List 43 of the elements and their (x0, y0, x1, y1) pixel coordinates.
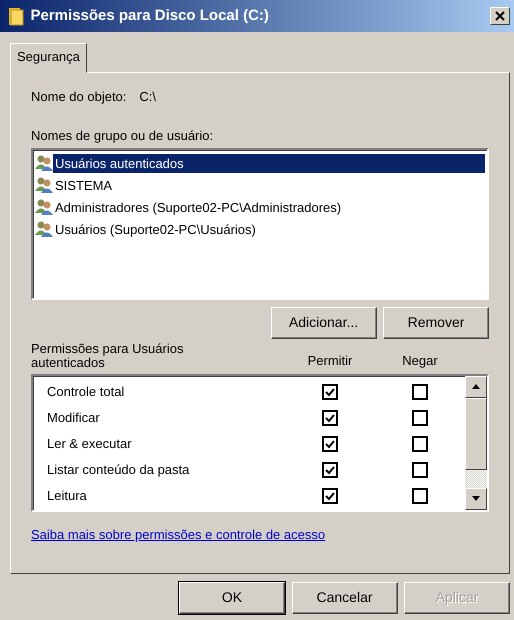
arrow-down-icon (472, 496, 480, 502)
scroll-thumb[interactable] (465, 398, 487, 470)
checkbox[interactable] (412, 410, 428, 426)
checkbox[interactable] (412, 436, 428, 452)
scroll-up-button[interactable] (465, 376, 487, 398)
checkbox[interactable] (322, 488, 338, 504)
dialog-button[interactable]: Remover (383, 306, 489, 339)
permission-name: Leitura (47, 488, 87, 504)
checkbox[interactable] (322, 462, 338, 478)
folder-icon (8, 6, 24, 26)
permission-name: Ler & executar (47, 436, 132, 452)
tab[interactable]: Segurança (10, 43, 87, 72)
users-icon (35, 198, 53, 216)
scroll-down-button[interactable] (465, 488, 487, 510)
window-title: Permissões para Disco Local (C:) (30, 6, 270, 26)
list-item[interactable]: Administradores (Suporte02-PC\Administradores) (35, 196, 485, 218)
dialog-button[interactable]: OK (179, 582, 285, 614)
permissions-label: Permissões para Usuários autenticados (31, 342, 184, 371)
arrow-up-icon (472, 384, 480, 390)
dialog-button[interactable]: Adicionar... (270, 306, 376, 339)
checkbox[interactable] (412, 462, 428, 478)
column-header: Negar (402, 352, 438, 370)
permission-name: Modificar (47, 410, 100, 426)
close-icon (495, 11, 505, 21)
users-icon (35, 220, 53, 238)
checkbox[interactable] (322, 436, 338, 452)
checkbox[interactable] (412, 384, 428, 400)
checkbox[interactable] (322, 384, 338, 400)
checkbox[interactable] (322, 410, 338, 426)
close-button[interactable] (490, 7, 510, 25)
dialog-button[interactable]: Cancelar (292, 582, 398, 614)
list-label: Nomes de grupo ou de usuário: (31, 126, 214, 145)
list-item[interactable]: SISTEMA (35, 174, 485, 196)
field-label: Nome do objeto: (31, 88, 126, 106)
list-item[interactable]: Usuários (Suporte02-PC\Usuários) (35, 218, 485, 240)
permission-name: Controle total (47, 384, 124, 400)
permission-name: Listar conteúdo da pasta (47, 462, 190, 478)
help-link[interactable]: Saiba mais sobre permissões e controle de acesso (31, 524, 326, 544)
checkbox[interactable] (412, 488, 428, 504)
object-name-value: C:\ (139, 88, 156, 106)
users-icon (35, 176, 53, 194)
users-icon (35, 154, 53, 172)
column-header: Permitir (308, 352, 352, 370)
